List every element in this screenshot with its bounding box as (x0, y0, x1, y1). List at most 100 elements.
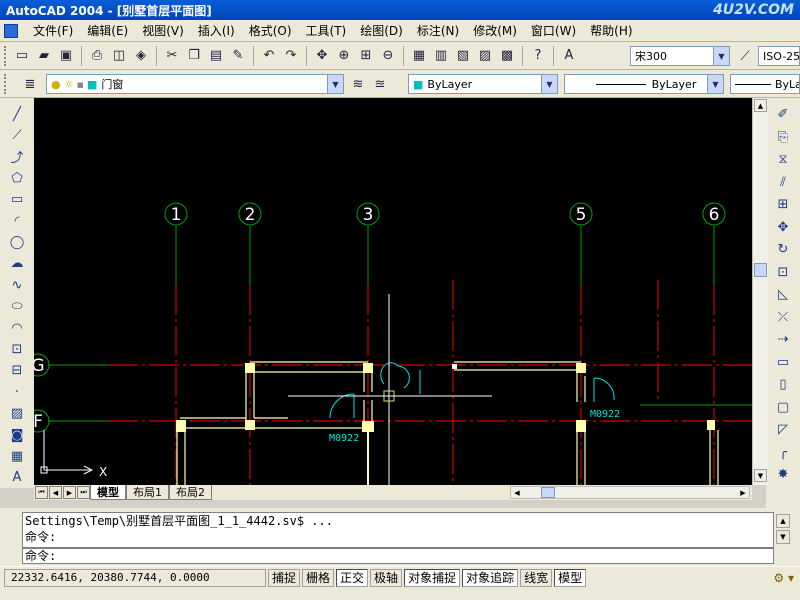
menu-help[interactable]: 帮助(H) (583, 22, 639, 39)
snap-toggle[interactable]: 捕捉 (268, 568, 301, 587)
dim-style-icon[interactable]: ⟋ (735, 46, 755, 66)
text-style-icon[interactable]: A (559, 46, 579, 66)
properties-icon[interactable]: ▦ (409, 46, 429, 66)
tray-settings-icon[interactable]: ⚙ ▾ (773, 571, 794, 585)
ellipse-icon[interactable]: ⬭ (6, 297, 28, 317)
zoom-window-icon[interactable]: ⊞ (356, 46, 376, 66)
help-icon[interactable]: ? (528, 46, 548, 66)
hatch-icon[interactable]: ▨ (6, 403, 28, 423)
erase-icon[interactable]: ✐ (772, 104, 794, 126)
offset-icon[interactable]: ⫽ (772, 172, 794, 194)
break-icon[interactable]: ▯ (772, 374, 794, 396)
point-icon[interactable]: · (6, 382, 28, 402)
dbconnect-icon[interactable]: ▨ (475, 46, 495, 66)
scroll-down-arrow-icon[interactable]: ▼ (754, 469, 767, 482)
chevron-down-icon[interactable]: ▼ (541, 75, 557, 93)
polygon-icon[interactable]: ⬠ (6, 168, 28, 188)
grid-toggle[interactable]: 栅格 (302, 568, 335, 587)
drawing-canvas[interactable]: 1 2 3 5 6 G F M0922 M0922 X (34, 98, 752, 485)
polyline-icon[interactable]: ⤴ (6, 147, 28, 167)
line-icon[interactable]: ╱ (6, 104, 28, 124)
revision-cloud-icon[interactable]: ☁ (6, 254, 28, 274)
command-history[interactable]: Settings\Temp\别墅首层平面图_1_1_4442.sv$ ... 命… (22, 512, 774, 548)
redo-icon[interactable]: ↷ (281, 46, 301, 66)
menu-file[interactable]: 文件(F) (26, 22, 80, 39)
tab-model[interactable]: 模型 (90, 485, 126, 500)
match-properties-icon[interactable]: ✎ (228, 46, 248, 66)
cmd-scroll-up-icon[interactable]: ▲ (776, 514, 790, 528)
scroll-left-arrow-icon[interactable]: ◀ (511, 487, 523, 498)
linetype-select[interactable]: ByLayer ▼ (564, 74, 724, 94)
app-icon[interactable] (4, 23, 18, 38)
toolbar-grip[interactable] (4, 45, 7, 66)
print-icon[interactable]: ⎙ (87, 46, 107, 66)
make-current-layer-icon[interactable]: ≋ (348, 74, 368, 94)
explode-icon[interactable]: ✸ (772, 464, 794, 486)
tab-last-icon[interactable]: ⏭ (77, 486, 90, 499)
otrack-toggle[interactable]: 对象追踪 (462, 568, 519, 587)
menu-format[interactable]: 格式(O) (242, 22, 299, 39)
chevron-down-icon[interactable]: ▼ (713, 47, 729, 65)
print-preview-icon[interactable]: ◫ (109, 46, 129, 66)
copy-object-icon[interactable]: ⎘ (772, 127, 794, 149)
paste-icon[interactable]: ▤ (206, 46, 226, 66)
design-center-icon[interactable]: ▥ (431, 46, 451, 66)
markup-icon[interactable]: ▩ (497, 46, 517, 66)
tab-first-icon[interactable]: ⏮ (35, 486, 48, 499)
zoom-realtime-icon[interactable]: ⊕ (334, 46, 354, 66)
layer-previous-icon[interactable]: ≊ (370, 74, 390, 94)
toolbar-grip[interactable] (4, 74, 7, 94)
construction-line-icon[interactable]: ⟋ (6, 125, 28, 145)
cut-icon[interactable]: ✂ (162, 46, 182, 66)
menu-window[interactable]: 窗口(W) (524, 22, 583, 39)
text-style-select[interactable]: 宋300 ▼ (630, 46, 730, 66)
lineweight-toggle[interactable]: 线宽 (520, 568, 553, 587)
fillet-icon[interactable]: ╭ (772, 442, 794, 464)
make-block-icon[interactable]: ⊟ (6, 361, 28, 381)
break-at-point-icon[interactable]: ▭ (772, 352, 794, 374)
menu-edit[interactable]: 编辑(E) (80, 22, 135, 39)
chevron-down-icon[interactable]: ▼ (707, 75, 723, 93)
scroll-right-arrow-icon[interactable]: ▶ (737, 487, 749, 498)
menu-draw[interactable]: 绘图(D) (353, 22, 410, 39)
region-icon[interactable]: ◙ (6, 425, 28, 445)
menu-modify[interactable]: 修改(M) (466, 22, 524, 39)
rotate-icon[interactable]: ↻ (772, 239, 794, 261)
tab-next-icon[interactable]: ▶ (63, 486, 76, 499)
move-icon[interactable]: ✥ (772, 217, 794, 239)
coordinate-readout[interactable]: 22332.6416, 20380.7744, 0.0000 (4, 568, 266, 587)
rectangle-icon[interactable]: ▭ (6, 190, 28, 210)
command-input[interactable]: 命令: (22, 548, 774, 564)
save-icon[interactable]: ▣ (56, 46, 76, 66)
insert-block-icon[interactable]: ⊡ (6, 339, 28, 359)
publish-icon[interactable]: ◈ (131, 46, 151, 66)
scroll-thumb[interactable] (754, 263, 767, 277)
color-select[interactable]: ■ ByLayer ▼ (408, 74, 558, 94)
ellipse-arc-icon[interactable]: ◠ (6, 318, 28, 338)
trim-icon[interactable]: ⤫ (772, 307, 794, 329)
scale-icon[interactable]: ⊡ (772, 262, 794, 284)
menu-dimension[interactable]: 标注(N) (410, 22, 466, 39)
polar-toggle[interactable]: 极轴 (370, 568, 403, 587)
array-icon[interactable]: ⊞ (772, 194, 794, 216)
lineweight-select[interactable]: ByLayer (730, 74, 800, 94)
chamfer-icon[interactable]: ◸ (772, 419, 794, 441)
chevron-down-icon[interactable]: ▼ (327, 75, 343, 93)
scroll-up-arrow-icon[interactable]: ▲ (754, 99, 767, 112)
osnap-toggle[interactable]: 对象捕捉 (404, 568, 461, 587)
multiline-text-icon[interactable]: A (6, 468, 28, 488)
spline-icon[interactable]: ∿ (6, 275, 28, 295)
menu-tools[interactable]: 工具(T) (299, 22, 354, 39)
layer-select[interactable]: ● ☼ ▪ ■ 门窗 ▼ (46, 74, 344, 94)
scroll-thumb[interactable] (541, 487, 555, 498)
pan-icon[interactable]: ✥ (312, 46, 332, 66)
join-icon[interactable]: ▢ (772, 397, 794, 419)
vertical-scrollbar[interactable]: ▲ ▼ (752, 98, 768, 485)
mirror-icon[interactable]: ⧖ (772, 149, 794, 171)
tab-prev-icon[interactable]: ◀ (49, 486, 62, 499)
horizontal-scrollbar[interactable]: ◀ ▶ (510, 486, 750, 499)
extend-icon[interactable]: ⇢ (772, 329, 794, 351)
cmd-scroll-down-icon[interactable]: ▼ (776, 530, 790, 544)
circle-icon[interactable]: ◯ (6, 232, 28, 252)
arc-icon[interactable]: ◜ (6, 211, 28, 231)
